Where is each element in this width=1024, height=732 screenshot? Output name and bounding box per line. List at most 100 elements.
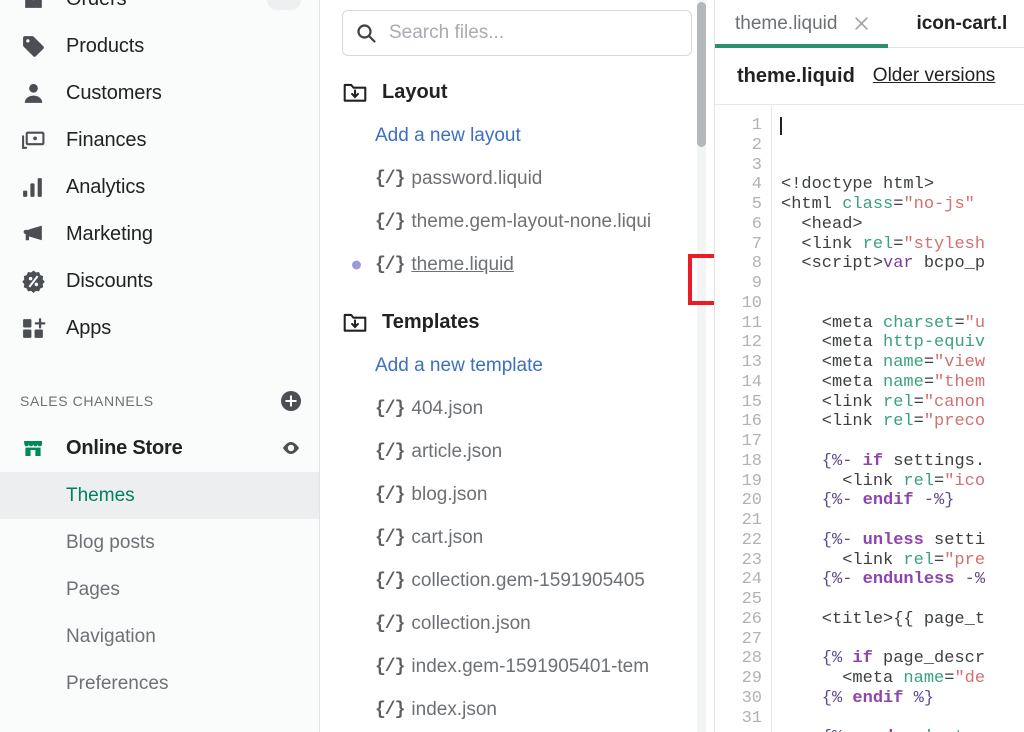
apps-icon [20,316,46,342]
sidebar-item-finances[interactable]: Finances [0,117,319,164]
code-token: name [903,669,945,688]
code-editor-panel: theme.liquid icon-cart.l theme.liquid Old… [715,0,1024,732]
line-number: 17 [741,432,762,451]
editor-tab-theme-liquid[interactable]: theme.liquid [715,0,889,48]
file-row[interactable]: {/} theme.gem-layout-none.liqui [320,200,714,243]
code-line: {%- unless setti [781,531,1024,551]
code-token: name [883,372,924,392]
file-panel-scrollbar-thumb[interactable] [697,2,706,147]
sidebar-subitem-blog-posts[interactable]: Blog posts [0,519,319,566]
sidebar-item-customers[interactable]: Customers [0,70,319,117]
line-number: 1 [751,116,762,135]
orders-icon [20,0,46,13]
sidebar-subitem-preferences[interactable]: Preferences [0,660,319,707]
line-number: 16 [741,412,762,432]
line-number: 3 [751,155,762,175]
file-row[interactable]: {/} blog.json [320,473,714,516]
sidebar-subitem-themes[interactable]: Themes [0,472,319,519]
sidebar-subitem-pages[interactable]: Pages [0,566,319,613]
sidebar-item-online-store[interactable]: Online Store [0,424,319,472]
liquid-file-icon: {/} [375,613,405,634]
code-token: rel [883,412,914,432]
line-number: 13 [741,353,762,372]
line-number: 21 [741,511,762,530]
editor-tab-icon-cart-l[interactable]: icon-cart.l [888,0,1024,47]
discount-icon [20,269,46,295]
code-token: = [913,412,924,432]
code-line: <script>var bcpo_p [781,254,1024,274]
code-token: setti [923,530,986,550]
sidebar-item-orders[interactable]: Orders [0,0,319,23]
liquid-file-icon: {/} [375,699,405,720]
sidebar-item-discounts[interactable]: Discounts [0,258,319,305]
sidebar-item-label: Marketing [66,223,153,245]
folder-header-layout[interactable]: Layout [320,70,714,114]
file-row[interactable]: {/} theme.liquid [320,243,714,286]
code-token: {% [781,649,853,669]
code-token: 'meta- [924,728,985,732]
code-token: "stylesh [903,234,986,254]
liquid-file-icon: {/} [375,211,405,232]
liquid-file-icon: {/} [375,254,405,275]
older-versions-link[interactable]: Older versions [873,65,996,87]
file-row[interactable]: {/} collection.json [320,602,714,645]
online-store-label: Online Store [66,436,183,459]
eye-icon[interactable] [279,436,303,460]
line-number: 11 [741,313,762,333]
sidebar-item-marketing[interactable]: Marketing [0,211,319,258]
online-store-sub-nav: Themes Blog posts Pages Navigation Preferenc… [0,472,319,707]
file-row[interactable]: {/} index.json [320,688,714,731]
search-box[interactable] [342,10,692,56]
code-token: <meta [781,353,884,372]
code-token: endif [862,491,914,511]
file-row[interactable]: {/} password.liquid [320,157,714,200]
code-token: = [944,669,955,688]
code-line: <!doctype html> [781,175,1024,195]
file-name: theme.gem-layout-none.liqui [411,210,652,232]
code-token: <head> [781,214,863,234]
line-number: 6 [751,214,762,234]
sidebar-item-products[interactable]: Products [0,23,319,70]
code-line: <meta name="view [781,353,1024,373]
code-content[interactable]: <!doctype html> <html class="no-js" <head… [772,106,1024,732]
file-row[interactable]: {/} article.json [320,430,714,473]
text-caret [780,117,782,135]
code-token: http-equiv [883,333,986,353]
folder-header-templates[interactable]: Templates [320,300,714,344]
line-number: 4 [751,175,762,195]
sidebar-item-analytics[interactable]: Analytics [0,164,319,211]
search-icon [355,22,377,44]
sidebar-subitem-navigation[interactable]: Navigation [0,613,319,660]
add-new-layout-link[interactable]: Add a new layout [320,114,714,157]
sidebar-item-apps[interactable]: Apps [0,305,319,352]
code-token: rel [903,471,935,491]
plus-circle-icon[interactable] [279,389,303,413]
code-line: <link rel="preco [781,412,1024,432]
line-number: 2 [751,135,762,155]
file-row[interactable]: {/} index.gem-1591905401-tem [320,645,714,688]
add-new-templates-link[interactable]: Add a new template [320,344,714,387]
sidebar-item-label: Finances [66,129,147,151]
file-row[interactable]: {/} collection.gem-1591905405 [320,559,714,602]
code-token: <script> [781,254,884,274]
code-line: <meta name="them [781,373,1024,393]
code-token: = [893,234,904,254]
code-token: <meta [781,372,884,392]
code-token: charset [883,313,955,333]
close-icon[interactable] [853,15,870,32]
line-number: 24 [741,570,762,590]
code-area[interactable]: 1 2 3 4 5 6 7 8 9 10 11 12 13 14 15 16 17 18 19 20 21 22 23 24 2… [715,106,1024,732]
line-number: 5 [751,195,762,214]
code-token: {{ page_t [893,609,986,629]
liquid-file-icon: {/} [375,570,405,591]
code-line: {% if page_descr [781,649,1024,669]
search-input[interactable] [389,22,679,44]
code-token: <html [781,195,843,214]
line-number: 27 [741,629,762,649]
file-row[interactable]: {/} 404.json [320,387,714,430]
code-token: "ico [944,471,986,491]
sidebar-nav-list: Orders Products Customers Finances Analytics… [0,0,319,352]
file-row[interactable]: {/} cart.json [320,516,714,559]
code-token: <link [781,392,884,412]
